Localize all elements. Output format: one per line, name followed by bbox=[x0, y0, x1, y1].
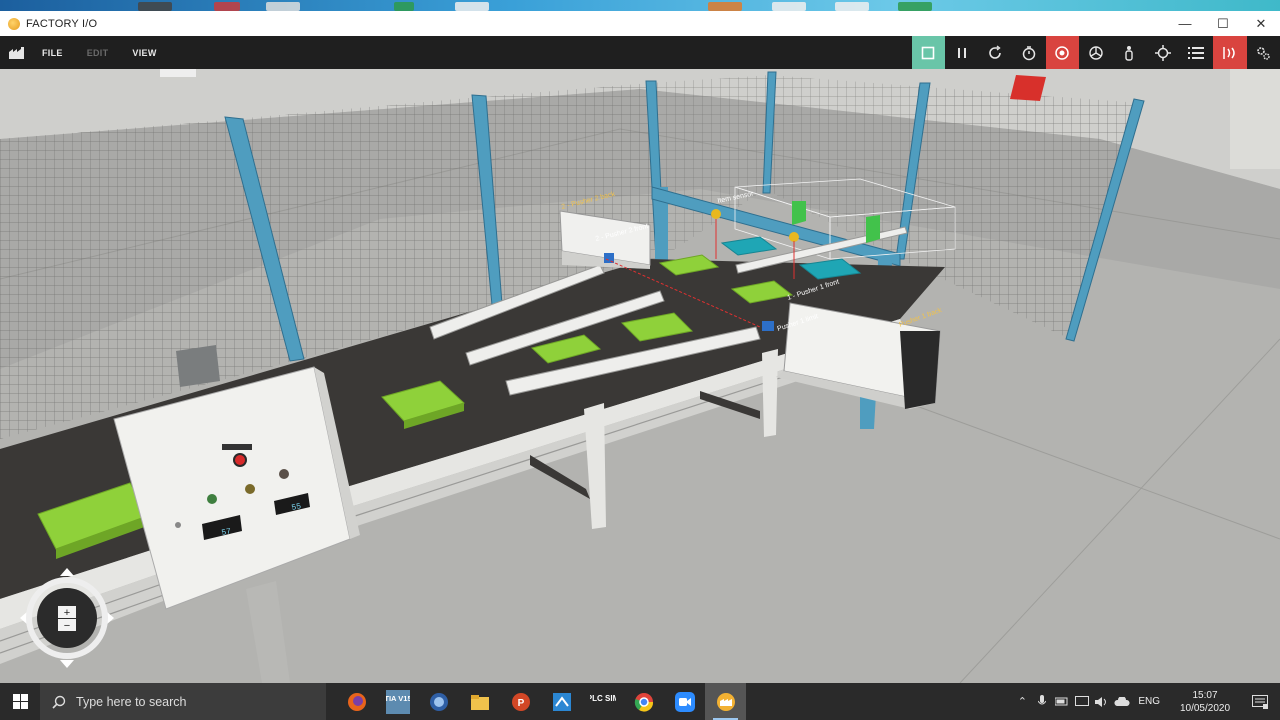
svg-text:P: P bbox=[517, 698, 524, 709]
menu-view[interactable]: VIEW bbox=[132, 48, 156, 58]
desktop-background-strip bbox=[0, 0, 1280, 11]
chrome-icon[interactable] bbox=[623, 683, 664, 720]
window-controls: — ☐ ✕ bbox=[1166, 11, 1280, 36]
display-icon[interactable] bbox=[1072, 683, 1092, 720]
camera-navigation-widget[interactable]: + − bbox=[18, 566, 116, 670]
scene-drawing: Pusher 1 limit 1 - Pusher 1 front 2 - Pu… bbox=[0, 69, 1280, 683]
window-title-bar: FACTORY I/O — ☐ ✕ bbox=[0, 11, 1280, 36]
close-button[interactable]: ✕ bbox=[1242, 11, 1280, 36]
clock-date: 10/05/2020 bbox=[1179, 702, 1231, 714]
powerpoint-icon[interactable]: P bbox=[500, 683, 541, 720]
camera-fly-icon[interactable] bbox=[1079, 36, 1113, 69]
maximize-button[interactable]: ☐ bbox=[1204, 11, 1242, 36]
menu-edit[interactable]: EDIT bbox=[87, 48, 109, 58]
pause-icon[interactable] bbox=[945, 36, 979, 69]
factory-icon[interactable] bbox=[0, 36, 34, 69]
input-language[interactable]: ENG bbox=[1138, 696, 1160, 707]
warning-sign bbox=[1010, 75, 1046, 101]
app-toolbar: FILE EDIT VIEW bbox=[0, 36, 1280, 69]
volume-icon[interactable] bbox=[1092, 683, 1112, 720]
taskbar-search-box[interactable]: Type here to search bbox=[40, 683, 326, 720]
windows-taskbar: Type here to search TIA V15 P PLC SIM bbox=[0, 683, 1280, 720]
app-circle-icon[interactable] bbox=[418, 683, 459, 720]
factory-io-icon[interactable] bbox=[705, 683, 746, 720]
search-icon bbox=[52, 695, 66, 709]
file-explorer-icon[interactable] bbox=[459, 683, 500, 720]
settings-gear-icon[interactable] bbox=[1247, 36, 1280, 69]
search-placeholder: Type here to search bbox=[76, 694, 187, 709]
system-tray: ⌃ ENG 15:07 10/05/2020 bbox=[1012, 683, 1280, 720]
simulation-tools bbox=[911, 36, 1280, 69]
factory-io-app-icon bbox=[8, 17, 20, 30]
svg-text:−: − bbox=[64, 620, 70, 632]
svg-text:PLC SIM: PLC SIM bbox=[590, 694, 616, 703]
system-clock[interactable]: 15:07 10/05/2020 bbox=[1170, 689, 1240, 715]
emergency-stop-button[interactable] bbox=[235, 455, 245, 465]
minimize-button[interactable]: — bbox=[1166, 11, 1204, 36]
stop-square-icon[interactable] bbox=[911, 36, 945, 69]
network-icon[interactable] bbox=[541, 683, 582, 720]
battery-icon[interactable] bbox=[1052, 683, 1072, 720]
junction-box bbox=[176, 345, 220, 387]
stop-label-plate bbox=[222, 444, 252, 450]
clock-time: 15:07 bbox=[1192, 689, 1218, 701]
zoom-icon[interactable] bbox=[664, 683, 705, 720]
window-title: FACTORY I/O bbox=[26, 17, 98, 30]
factory-3d-viewport[interactable]: Pusher 1 limit 1 - Pusher 1 front 2 - Pu… bbox=[0, 69, 1280, 683]
screen: FACTORY I/O — ☐ ✕ FILE EDIT VIEW Pusher … bbox=[0, 0, 1280, 720]
target-icon[interactable] bbox=[1146, 36, 1180, 69]
notification-center-icon[interactable] bbox=[1240, 683, 1280, 720]
plcsim-icon[interactable]: PLC SIM bbox=[582, 683, 623, 720]
sensor-view-icon[interactable] bbox=[1045, 36, 1079, 69]
microphone-icon[interactable] bbox=[1032, 683, 1052, 720]
windows-start-button[interactable] bbox=[0, 683, 40, 720]
chevron-up-icon[interactable]: ⌃ bbox=[1012, 683, 1032, 720]
svg-text:TIA V15: TIA V15 bbox=[386, 694, 410, 703]
svg-text:+: + bbox=[64, 607, 70, 619]
tia-v15-icon[interactable]: TIA V15 bbox=[377, 683, 418, 720]
menu-file[interactable]: FILE bbox=[42, 48, 63, 58]
reset-icon[interactable] bbox=[979, 36, 1013, 69]
list-icon[interactable] bbox=[1180, 36, 1214, 69]
driver-io-icon[interactable] bbox=[1213, 36, 1247, 69]
timer-icon[interactable] bbox=[1012, 36, 1046, 69]
firefox-icon[interactable] bbox=[336, 683, 377, 720]
person-icon[interactable] bbox=[1113, 36, 1147, 69]
cloud-icon[interactable] bbox=[1112, 683, 1132, 720]
